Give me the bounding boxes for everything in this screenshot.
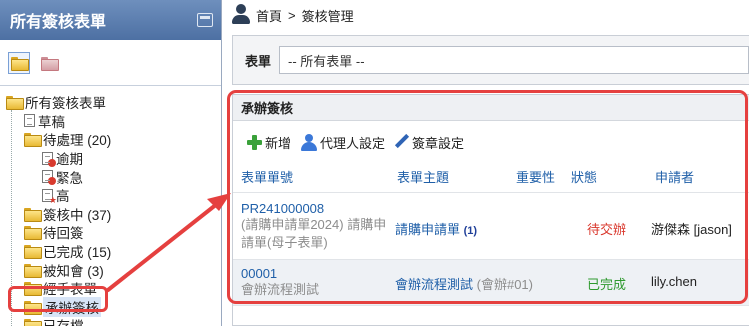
highlight-arrow bbox=[106, 193, 231, 292]
